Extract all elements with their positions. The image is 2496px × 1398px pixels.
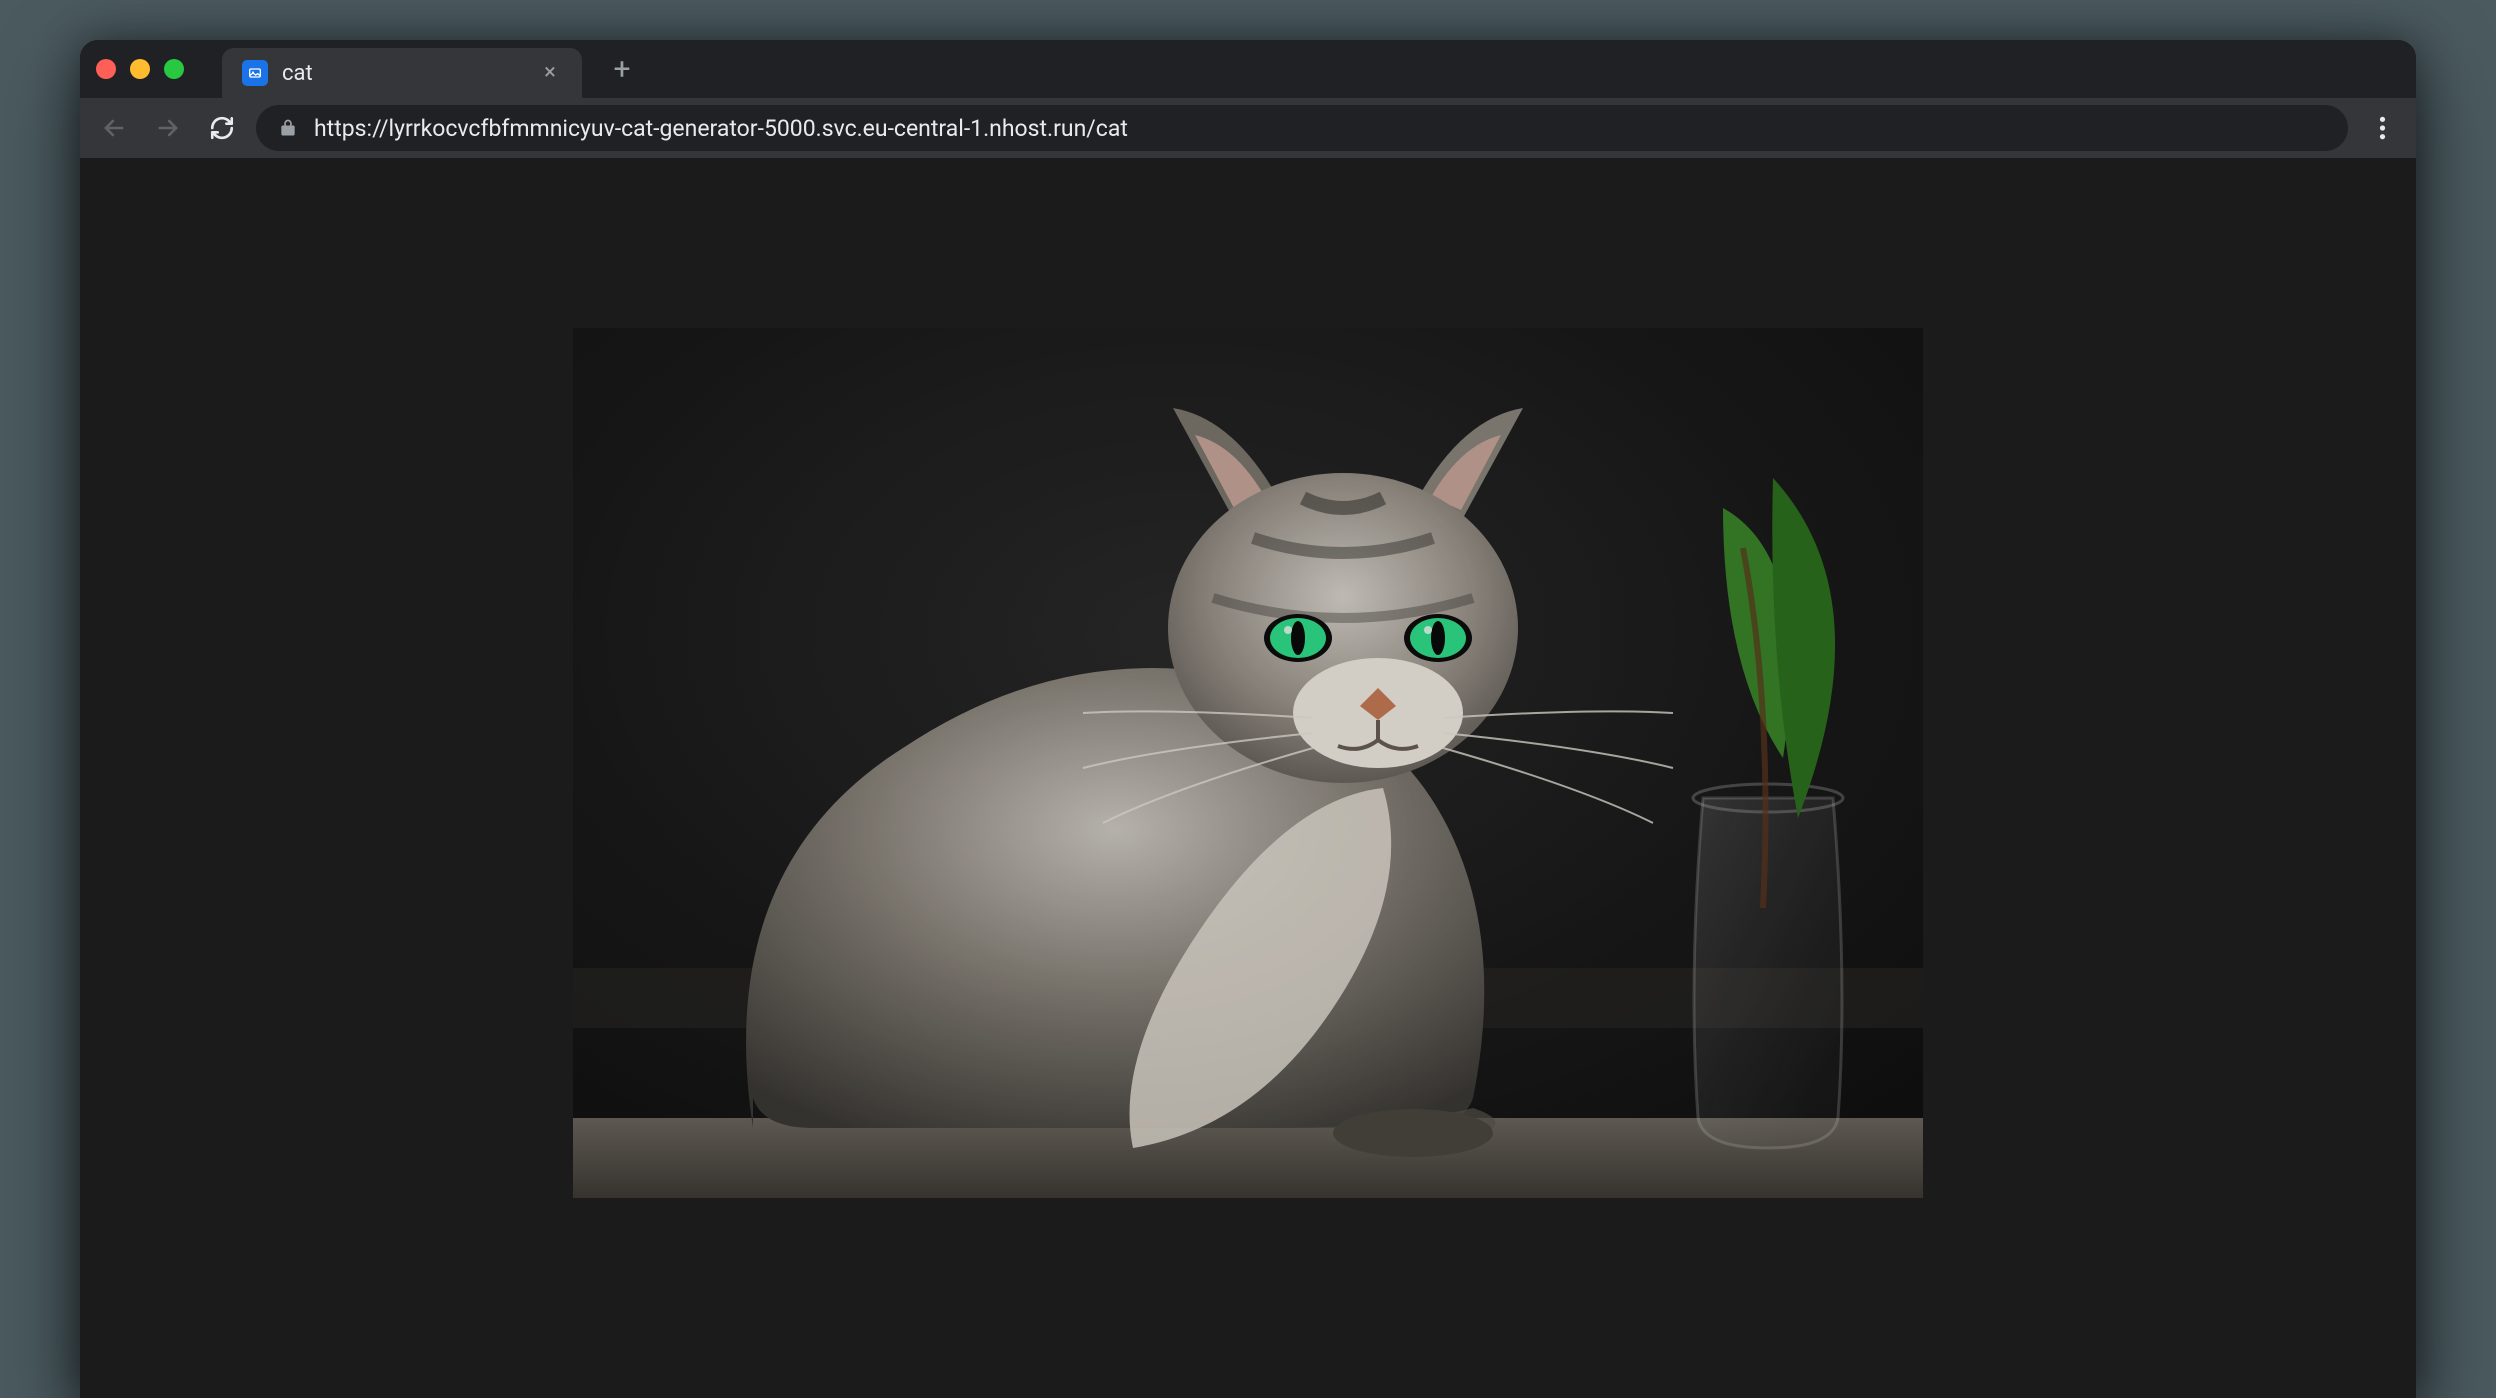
lock-icon: [278, 118, 298, 138]
tab-title: cat: [282, 61, 524, 86]
browser-menu-button[interactable]: [2362, 108, 2402, 148]
page-viewport: [80, 158, 2416, 1398]
window-controls: [96, 59, 184, 79]
toolbar: https://lyrrkocvcfbfmmnicyuv-cat-generat…: [80, 98, 2416, 158]
browser-tab[interactable]: cat ×: [222, 48, 582, 98]
window-maximize-button[interactable]: [164, 59, 184, 79]
back-button[interactable]: [94, 108, 134, 148]
cat-image: [573, 328, 1923, 1198]
new-tab-button[interactable]: +: [602, 49, 642, 89]
reload-button[interactable]: [202, 108, 242, 148]
forward-button[interactable]: [148, 108, 188, 148]
browser-window: cat × +: [80, 40, 2416, 1398]
window-minimize-button[interactable]: [130, 59, 150, 79]
tab-close-button[interactable]: ×: [538, 61, 562, 85]
url-text: https://lyrrkocvcfbfmmnicyuv-cat-generat…: [314, 115, 1128, 142]
tab-favicon: [242, 60, 268, 86]
address-bar[interactable]: https://lyrrkocvcfbfmmnicyuv-cat-generat…: [256, 105, 2348, 151]
titlebar: cat × +: [80, 40, 2416, 98]
window-close-button[interactable]: [96, 59, 116, 79]
